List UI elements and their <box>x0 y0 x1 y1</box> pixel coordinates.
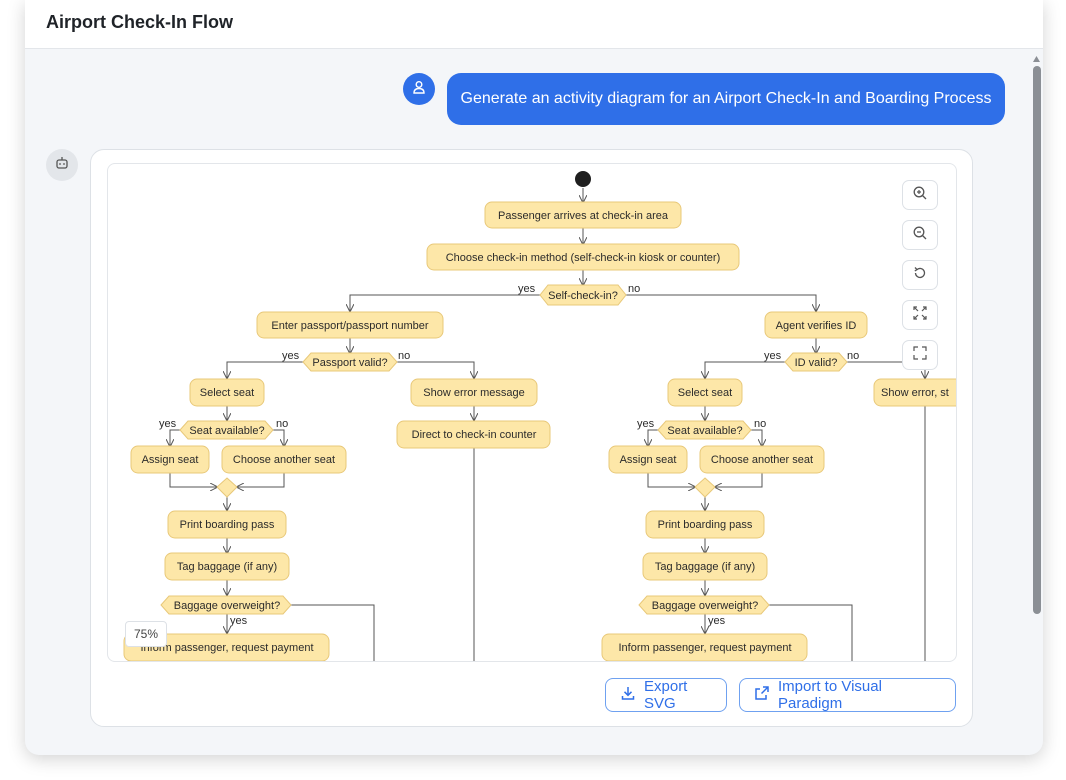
decision-seat-available-left: Seat available? <box>179 420 274 440</box>
svg-text:Select seat: Select seat <box>678 387 732 399</box>
node-choose-another-left: Choose another seat <box>221 445 347 474</box>
node-assign-seat-right: Assign seat <box>608 445 688 474</box>
node-show-error-truncated: Show error, st <box>873 378 956 407</box>
label-no: no <box>398 350 410 362</box>
app-window: Airport Check-In Flow Generate an activi… <box>25 0 1043 755</box>
fullscreen-icon <box>912 345 928 366</box>
reset-view-button[interactable] <box>902 260 938 290</box>
node-choose-another-right: Choose another seat <box>699 445 825 474</box>
label-yes: yes <box>159 418 177 430</box>
user-icon <box>411 79 427 100</box>
export-svg-label: Export SVG <box>644 678 688 712</box>
decision-overweight-left: Baggage overweight? <box>160 595 292 615</box>
svg-text:Baggage overweight?: Baggage overweight? <box>174 600 280 612</box>
svg-text:Seat available?: Seat available? <box>189 425 264 437</box>
diagram-card: Passenger arrives at check-in area Choos… <box>90 149 973 727</box>
scrollbar-thumb[interactable] <box>1033 66 1041 614</box>
fit-view-icon <box>912 305 928 326</box>
activity-diagram: Passenger arrives at check-in area Choos… <box>123 171 956 661</box>
external-link-icon <box>754 685 770 705</box>
node-inform-right: Inform passenger, request payment <box>601 633 808 661</box>
svg-text:Inform passenger, request paym: Inform passenger, request payment <box>618 642 791 654</box>
node-tag-baggage-left: Tag baggage (if any) <box>164 552 290 581</box>
svg-text:Show error message: Show error message <box>423 387 525 399</box>
zoom-level-badge: 75% <box>125 621 167 647</box>
label-yes: yes <box>230 615 248 627</box>
decision-id-valid: ID valid? <box>784 352 848 372</box>
title-bar: Airport Check-In Flow <box>25 0 1043 49</box>
label-yes: yes <box>518 283 536 295</box>
fullscreen-button[interactable] <box>902 340 938 370</box>
decision-seat-available-right: Seat available? <box>657 420 752 440</box>
user-message-bubble: Generate an activity diagram for an Airp… <box>447 73 1005 125</box>
label-no: no <box>847 350 859 362</box>
svg-text:Choose another seat: Choose another seat <box>711 454 813 466</box>
node-select-seat-right: Select seat <box>667 378 743 407</box>
svg-text:Tag baggage (if any): Tag baggage (if any) <box>655 561 755 573</box>
zoom-out-icon <box>912 225 928 246</box>
label-yes: yes <box>708 615 726 627</box>
label-yes: yes <box>282 350 300 362</box>
node-arrive: Passenger arrives at check-in area <box>484 201 682 229</box>
svg-text:Baggage overweight?: Baggage overweight? <box>652 600 758 612</box>
window-title: Airport Check-In Flow <box>46 12 234 32</box>
svg-text:Assign seat: Assign seat <box>620 454 677 466</box>
reset-icon <box>912 265 928 286</box>
decision-overweight-right: Baggage overweight? <box>638 595 770 615</box>
node-tag-baggage-right: Tag baggage (if any) <box>642 552 768 581</box>
svg-text:Assign seat: Assign seat <box>142 454 199 466</box>
svg-text:Tag baggage (if any): Tag baggage (if any) <box>177 561 277 573</box>
label-no: no <box>276 418 288 430</box>
decision-self-checkin: Self-check-in? <box>539 284 627 306</box>
bot-avatar <box>46 149 78 181</box>
svg-text:Seat available?: Seat available? <box>667 425 742 437</box>
merge-node-left <box>216 477 238 498</box>
node-direct-counter: Direct to check-in counter <box>396 420 551 449</box>
fit-view-button[interactable] <box>902 300 938 330</box>
label-yes: yes <box>637 418 655 430</box>
label-no: no <box>754 418 766 430</box>
diagram-canvas[interactable]: Passenger arrives at check-in area Choos… <box>107 163 957 662</box>
svg-text:Passport valid?: Passport valid? <box>312 357 387 369</box>
import-label: Import to Visual Paradigm <box>778 678 882 712</box>
svg-text:Print boarding pass: Print boarding pass <box>658 519 753 531</box>
node-choose-method: Choose check-in method (self-check-in ki… <box>426 243 740 271</box>
scroll-up-icon[interactable] <box>1032 54 1041 64</box>
robot-icon <box>54 155 70 176</box>
svg-text:ID valid?: ID valid? <box>795 357 838 369</box>
svg-text:Choose check-in method (self-c: Choose check-in method (self-check-in ki… <box>446 252 721 264</box>
node-enter-passport: Enter passport/passport number <box>256 311 444 339</box>
node-select-seat-left: Select seat <box>189 378 265 407</box>
svg-text:Passenger arrives at check-in: Passenger arrives at check-in area <box>498 210 669 222</box>
svg-text:Agent verifies ID: Agent verifies ID <box>776 320 857 332</box>
download-icon <box>620 685 636 705</box>
merge-node-right <box>694 477 716 498</box>
node-print-pass-left: Print boarding pass <box>167 510 287 539</box>
svg-text:Enter passport/passport number: Enter passport/passport number <box>271 320 428 332</box>
svg-text:Select seat: Select seat <box>200 387 254 399</box>
svg-text:Self-check-in?: Self-check-in? <box>548 290 618 302</box>
svg-text:Direct to check-in counter: Direct to check-in counter <box>412 429 537 441</box>
user-avatar <box>403 73 435 105</box>
svg-text:Print boarding pass: Print boarding pass <box>180 519 275 531</box>
decision-passport-valid: Passport valid? <box>302 352 398 372</box>
zoom-in-icon <box>912 185 928 206</box>
export-svg-button[interactable]: Export SVG <box>605 678 727 712</box>
start-node <box>575 171 591 187</box>
node-print-pass-right: Print boarding pass <box>645 510 765 539</box>
svg-text:Show error, st: Show error, st <box>881 387 949 399</box>
node-agent-verifies: Agent verifies ID <box>764 311 868 339</box>
node-assign-seat-left: Assign seat <box>130 445 210 474</box>
import-visual-paradigm-button[interactable]: Import to Visual Paradigm <box>739 678 956 712</box>
zoom-in-button[interactable] <box>902 180 938 210</box>
label-no: no <box>628 283 640 295</box>
svg-text:Choose another seat: Choose another seat <box>233 454 335 466</box>
label-yes: yes <box>764 350 782 362</box>
node-show-error: Show error message <box>410 378 538 407</box>
zoom-out-button[interactable] <box>902 220 938 250</box>
